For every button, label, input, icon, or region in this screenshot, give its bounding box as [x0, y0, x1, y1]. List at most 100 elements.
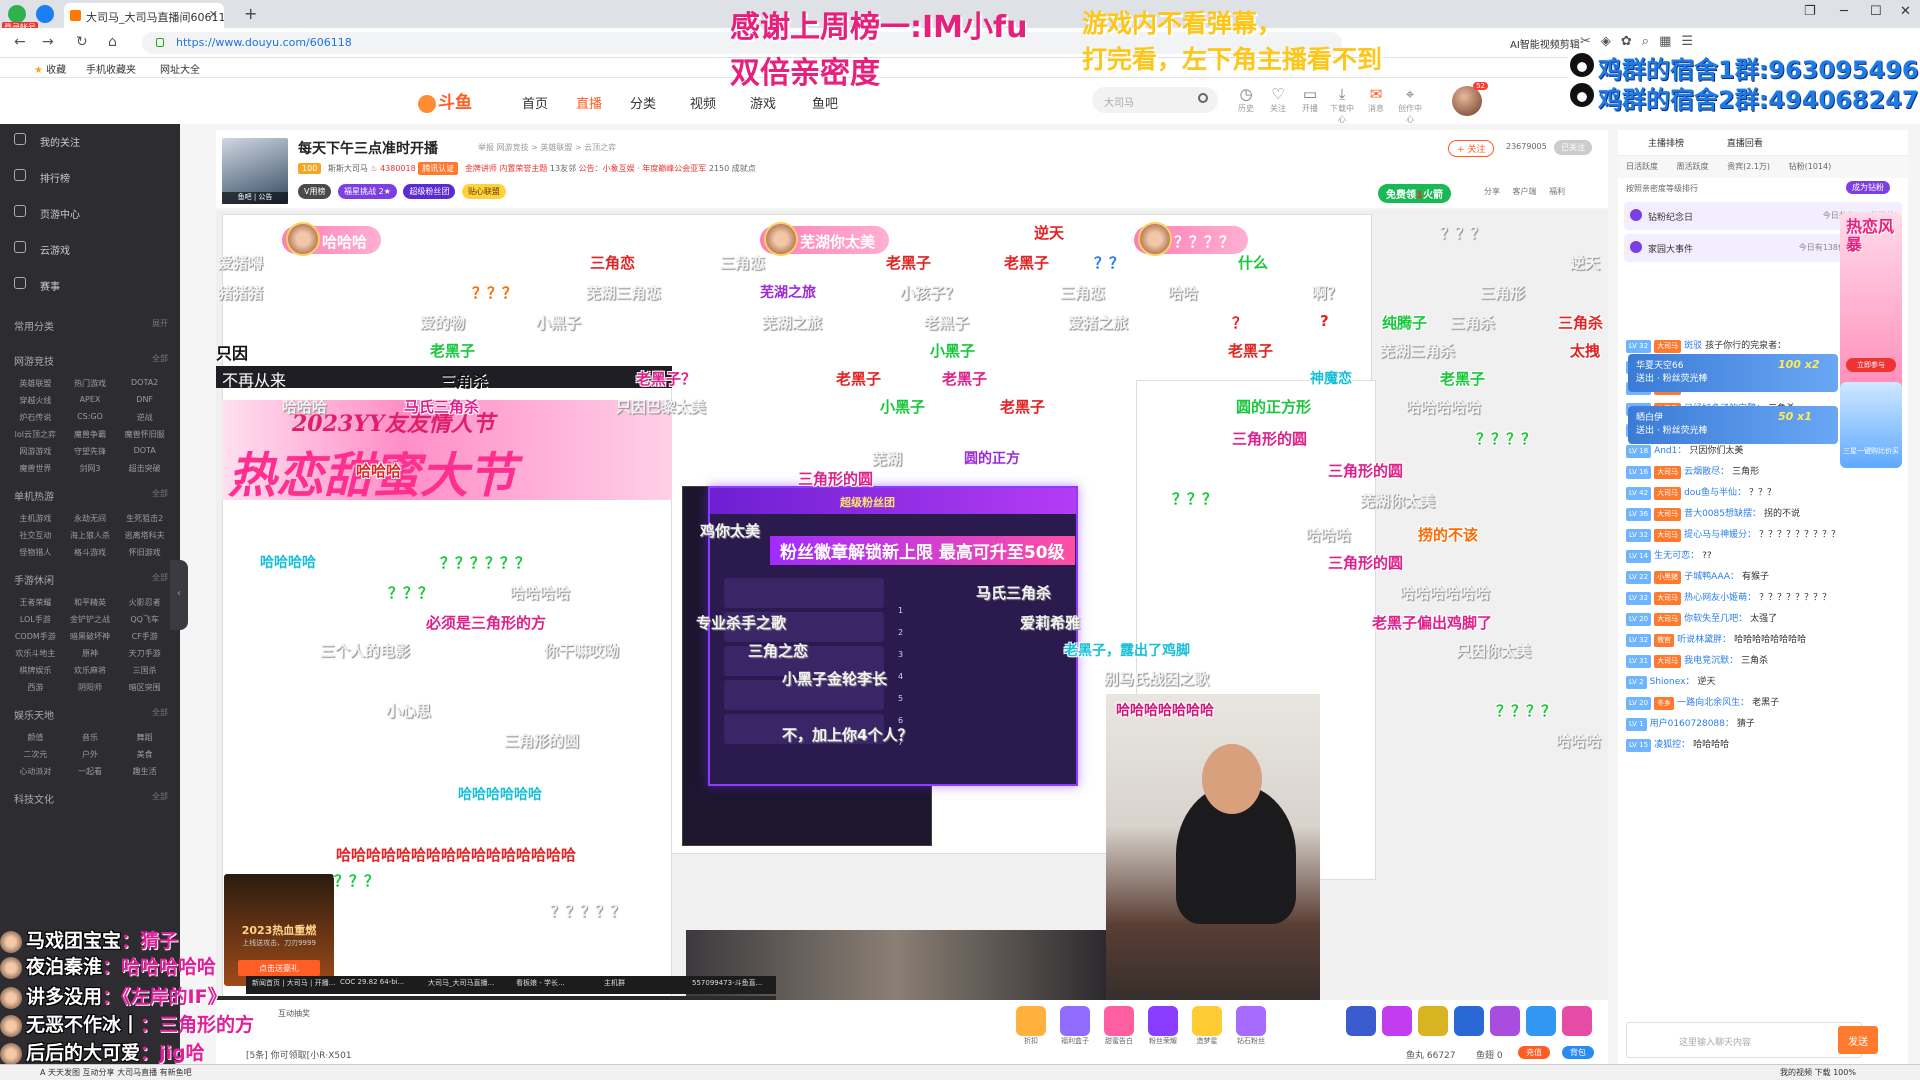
- sidebar-category-item[interactable]: 剑网3: [65, 463, 116, 474]
- chat-username[interactable]: 你软失至几吧：: [1684, 614, 1747, 624]
- tab-weekly[interactable]: 周活跃度: [1677, 162, 1709, 171]
- sidebar-category-item[interactable]: 生死狙击2: [119, 513, 170, 524]
- sidebar-category-item[interactable]: 美食: [119, 749, 170, 760]
- nav-live[interactable]: 直播: [576, 93, 602, 112]
- anchor-name[interactable]: 斯斯大司马: [328, 164, 368, 173]
- chat-username[interactable]: 一路向北余风生：: [1677, 698, 1749, 708]
- tab-diamond[interactable]: 钻粉(1014): [1789, 162, 1832, 171]
- sidebar-category-item[interactable]: 西游: [10, 682, 61, 693]
- sidebar-category-item[interactable]: 欢乐麻将: [65, 665, 116, 676]
- sidebar-category-item[interactable]: DOTA: [119, 446, 170, 457]
- promo-claim-button[interactable]: 点击送豪礼: [238, 960, 320, 976]
- browser-logo-icon[interactable]: [8, 5, 26, 23]
- sidebar-category-item[interactable]: 舞蹈: [119, 732, 170, 743]
- sidebar-category-item[interactable]: 阴阳师: [65, 682, 116, 693]
- sidebar-category-item[interactable]: 和平精英: [65, 597, 116, 608]
- tag-alliance[interactable]: 贴心联盟: [461, 184, 506, 199]
- chat-username[interactable]: 我电竞沉默：: [1684, 656, 1738, 666]
- sidebar-category-item[interactable]: 一起看: [65, 766, 116, 777]
- sidebar-category-item[interactable]: 金铲铲之战: [65, 614, 116, 625]
- sidebar-category-item[interactable]: 海上狼人杀: [65, 530, 116, 541]
- follow-list-button[interactable]: ♡ 关注: [1264, 85, 1292, 114]
- chat-username[interactable]: 生无可恋：: [1654, 551, 1699, 561]
- ai-search-button[interactable]: AI智能视频剪辑: [1510, 36, 1580, 51]
- tab-anchor-rank[interactable]: 主播排榜: [1648, 139, 1684, 149]
- history-button[interactable]: ◷ 历史: [1232, 85, 1260, 114]
- sidebar-category-item[interactable]: APEX: [65, 395, 116, 406]
- backpack-button[interactable]: 背包: [1562, 1046, 1594, 1059]
- tab-vip[interactable]: 贵宾(2.1万): [1727, 162, 1770, 171]
- chat-username[interactable]: 凌狐控：: [1654, 740, 1690, 750]
- client-button[interactable]: 客户端: [1513, 187, 1537, 196]
- chat-username[interactable]: 提心马与神媛分：: [1684, 530, 1756, 540]
- bookmark-mobile[interactable]: 手机收藏夹: [86, 61, 136, 76]
- nav-category[interactable]: 分类: [630, 93, 656, 112]
- sidebar-category-item[interactable]: 魔兽怀旧服: [119, 429, 170, 440]
- my-notice[interactable]: [5条] 你可领取[小R·X501: [246, 1048, 352, 1061]
- chat-username[interactable]: 听说林黛胖：: [1677, 635, 1731, 645]
- tag-superfan[interactable]: 超级粉丝团: [403, 184, 456, 199]
- free-rocket-button[interactable]: 免费领1火箭: [1378, 184, 1451, 203]
- toolbar-extension-icons[interactable]: ✂◈✿⌕▦☰: [1580, 34, 1703, 49]
- user-avatar[interactable]: 52: [1452, 82, 1488, 116]
- sidebar-item-3[interactable]: 云游戏: [0, 232, 180, 268]
- gift-icon[interactable]: [1104, 1006, 1134, 1036]
- sidebar-category-item[interactable]: LOL手游: [10, 614, 61, 625]
- creator-button[interactable]: ⌖ 创作中心: [1396, 85, 1424, 125]
- sidebar-category-item[interactable]: 火影忍者: [119, 597, 170, 608]
- sidebar-category-item[interactable]: 永劫无间: [65, 513, 116, 524]
- sidebar-category-item[interactable]: 趣生活: [119, 766, 170, 777]
- gift-icon[interactable]: [1490, 1006, 1520, 1036]
- gift-icon[interactable]: [1236, 1006, 1266, 1036]
- sidebar-category-item[interactable]: CF手游: [119, 631, 170, 642]
- forward-icon[interactable]: →: [42, 34, 54, 50]
- gift-icon[interactable]: [1382, 1006, 1412, 1036]
- maximize-icon[interactable]: ☐: [1870, 4, 1882, 19]
- search-input[interactable]: 大司马: [1092, 87, 1218, 113]
- sidebar-item-4[interactable]: 赛事: [0, 268, 180, 304]
- chat-username[interactable]: 热心网友小姬萌：: [1684, 593, 1756, 603]
- sidebar-collapse-handle[interactable]: ‹: [170, 560, 188, 630]
- join-event-button[interactable]: 立即参与: [1846, 358, 1896, 372]
- gift-icon[interactable]: [1526, 1006, 1556, 1036]
- back-icon[interactable]: ←: [14, 34, 26, 50]
- followed-button[interactable]: 已关注: [1554, 140, 1592, 155]
- sidebar-category-item[interactable]: 守望先锋: [65, 446, 116, 457]
- bookmark-favorites[interactable]: ★ 收藏: [34, 61, 66, 76]
- chat-username[interactable]: Shionex：: [1650, 677, 1695, 687]
- sidebar-category-item[interactable]: 英雄联盟: [10, 378, 61, 389]
- new-tab-icon[interactable]: +: [244, 4, 257, 23]
- welfare-button[interactable]: 福利: [1549, 187, 1565, 196]
- sidebar-category-item[interactable]: 社交互动: [10, 530, 61, 541]
- expand-common-button[interactable]: 展开: [152, 318, 168, 329]
- follow-button[interactable]: + 关注: [1448, 140, 1495, 157]
- sidebar-item-0[interactable]: 我的关注: [0, 124, 180, 160]
- sidebar-category-item[interactable]: 超击突破: [119, 463, 170, 474]
- gift-icon[interactable]: [1418, 1006, 1448, 1036]
- chat-username[interactable]: 子城鸭AAA：: [1684, 572, 1739, 582]
- gift-icon[interactable]: [1148, 1006, 1178, 1036]
- sidebar-category-item[interactable]: 网游游戏: [10, 446, 61, 457]
- sidebar-category-item[interactable]: lol云顶之弈: [10, 429, 61, 440]
- sidebar-category-item[interactable]: 怪物猎人: [10, 547, 61, 558]
- gift-icon[interactable]: [1192, 1006, 1222, 1036]
- sidebar-category-item[interactable]: 魔兽世界: [10, 463, 61, 474]
- gift-icon[interactable]: [1060, 1006, 1090, 1036]
- chat-username[interactable]: 云烟散尽：: [1684, 467, 1729, 477]
- sidebar-category-item[interactable]: 王者荣耀: [10, 597, 61, 608]
- nav-home[interactable]: 首页: [522, 93, 548, 112]
- chat-username[interactable]: dou鱼与半仙：: [1684, 488, 1746, 498]
- chat-username[interactable]: 用户0160728088：: [1650, 719, 1734, 729]
- ad-promo[interactable]: 三星一键购比价买: [1840, 382, 1902, 468]
- sidebar-category-item[interactable]: QQ飞车: [119, 614, 170, 625]
- close-tab-icon[interactable]: ✕: [209, 8, 218, 21]
- sidebar-category-item[interactable]: CODM手游: [10, 631, 61, 642]
- navigation-icon[interactable]: [36, 5, 54, 23]
- sidebar-item-1[interactable]: 排行榜: [0, 160, 180, 196]
- sidebar-category-item[interactable]: 热门游戏: [65, 378, 116, 389]
- douyu-logo[interactable]: 斗鱼: [418, 88, 472, 113]
- gift-icon[interactable]: [1454, 1006, 1484, 1036]
- sidebar-category-item[interactable]: CS:GO: [65, 412, 116, 423]
- nav-video[interactable]: 视频: [690, 93, 716, 112]
- game-promo[interactable]: 2023热血重燃 上线送攻击、刀刃9999 点击送豪礼: [224, 874, 334, 986]
